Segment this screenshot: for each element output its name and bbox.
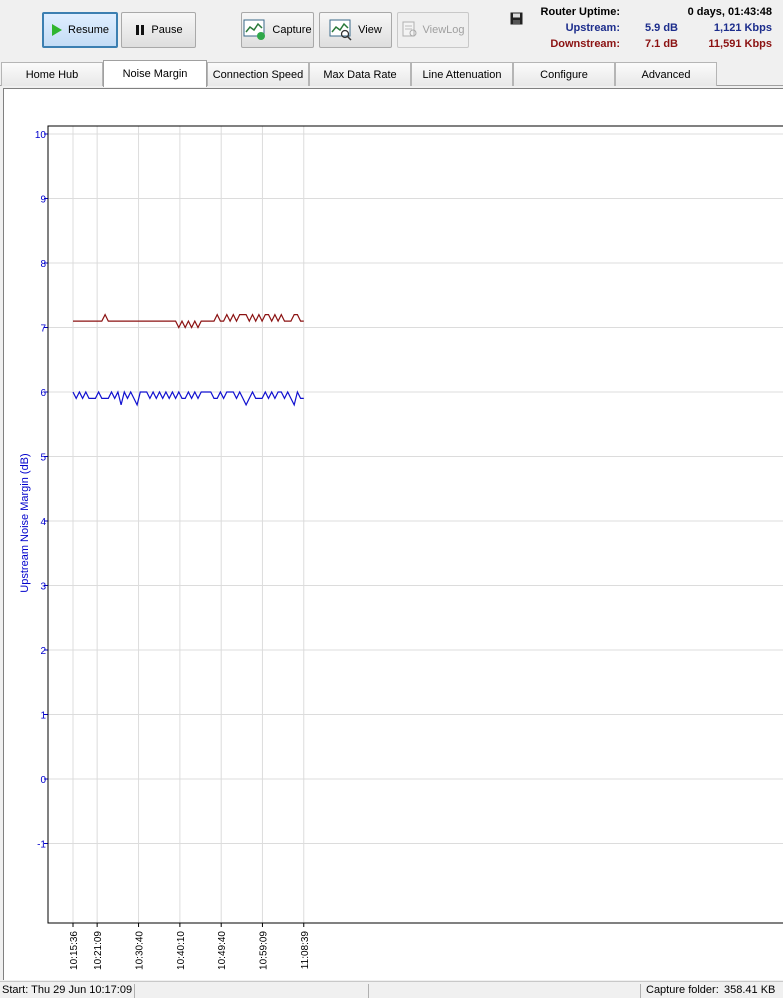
uptime-label: Router Uptime: (540, 6, 620, 18)
y-tick-label: 8 (40, 259, 46, 270)
tab-bar: Home Hub Noise Margin Connection Speed M… (0, 60, 783, 87)
y-tick-label: 1 (40, 711, 46, 722)
tab-max-data-rate[interactable]: Max Data Rate (309, 62, 411, 86)
y-axis-label: Upstream Noise Margin (dB) (19, 453, 31, 592)
x-tick-label: 10:30:40 (135, 931, 146, 970)
tab-configure[interactable]: Configure (513, 62, 615, 86)
resume-button[interactable]: Resume (42, 12, 118, 48)
resume-label: Resume (68, 24, 109, 36)
tab-label: Connection Speed (212, 68, 304, 81)
tab-connection-speed[interactable]: Connection Speed (207, 62, 309, 86)
x-tick-label: 10:49:40 (217, 931, 228, 970)
toolbar: Resume Pause Capture View ViewLog Router… (0, 0, 783, 58)
status-bar: Start: Thu 29 Jun 10:17:09 Capture folde… (0, 981, 783, 998)
y-tick-label: 3 (40, 582, 46, 593)
x-tick-label: 10:15:36 (69, 931, 80, 970)
status-separator (134, 984, 135, 998)
y-tick-label: 7 (40, 324, 46, 335)
tab-line-attenuation[interactable]: Line Attenuation (411, 62, 513, 86)
start-time: Start: Thu 29 Jun 10:17:09 (2, 984, 133, 996)
view-button[interactable]: View (319, 12, 392, 48)
tab-home-hub[interactable]: Home Hub (1, 62, 103, 86)
y-tick-label: -1 (37, 840, 46, 851)
upstream-rate: 1,121 Kbps (713, 22, 772, 34)
pause-button[interactable]: Pause (121, 12, 196, 48)
router-stats: Router Uptime: 0 days, 01:43:48 Upstream… (510, 6, 778, 54)
downstream-label: Downstream: (550, 38, 620, 50)
tab-label: Home Hub (25, 68, 79, 81)
x-tick-label: 10:21:09 (93, 931, 104, 970)
view-chart-icon (329, 19, 353, 41)
viewlog-button[interactable]: ViewLog (397, 12, 469, 48)
tab-label: Line Attenuation (422, 68, 502, 81)
y-tick-label: 6 (40, 388, 46, 399)
y-tick-label: 0 (40, 775, 46, 786)
y-tick-label: 10 (35, 130, 47, 141)
x-tick-label: 10:40:10 (176, 931, 187, 970)
view-log-icon (402, 21, 418, 39)
view-label: View (358, 24, 382, 36)
status-separator (368, 984, 369, 998)
capture-button[interactable]: Capture (241, 12, 314, 48)
capture-folder-label: Capture folder: (646, 984, 719, 996)
noise-margin-chart: 109876543210-110:15:36 10:21:09 10:30:40 10… (19, 125, 783, 970)
tab-label: Configure (540, 68, 588, 81)
capture-label: Capture (272, 24, 312, 36)
pause-label: Pause (151, 24, 183, 36)
viewlog-label: ViewLog (422, 24, 465, 36)
chart-panel: 10 9 8 7 6 5 4 3 2 1 0 -1 10:15:36 10:21:09 10:30:40 10… (3, 88, 783, 980)
tab-label: Noise Margin (122, 68, 188, 80)
downstream-rate: 11,591 Kbps (708, 38, 772, 50)
tab-label: Advanced (641, 68, 691, 81)
play-icon (51, 24, 63, 36)
x-tick-label: 11:08:39 (300, 931, 311, 970)
tab-noise-margin[interactable]: Noise Margin (103, 60, 207, 87)
tab-label: Max Data Rate (323, 68, 397, 81)
pause-icon (134, 24, 146, 36)
status-separator (640, 984, 641, 998)
uptime-value: 0 days, 01:43:48 (687, 6, 772, 18)
y-tick-label: 5 (40, 453, 46, 464)
plot-area (47, 125, 783, 924)
y-tick-label: 2 (40, 646, 46, 657)
upstream-margin: 5.9 dB (644, 22, 678, 34)
upstream-label: Upstream: (565, 22, 620, 34)
capture-folder-size: 358.41 KB (724, 984, 776, 996)
capture-chart-icon (243, 19, 267, 41)
y-tick-label: 4 (40, 517, 46, 528)
tab-advanced[interactable]: Advanced (615, 62, 717, 86)
x-tick-label: 10:59:09 (258, 931, 269, 970)
downstream-margin: 7.1 dB (644, 38, 678, 50)
y-tick-label: 9 (40, 195, 46, 206)
